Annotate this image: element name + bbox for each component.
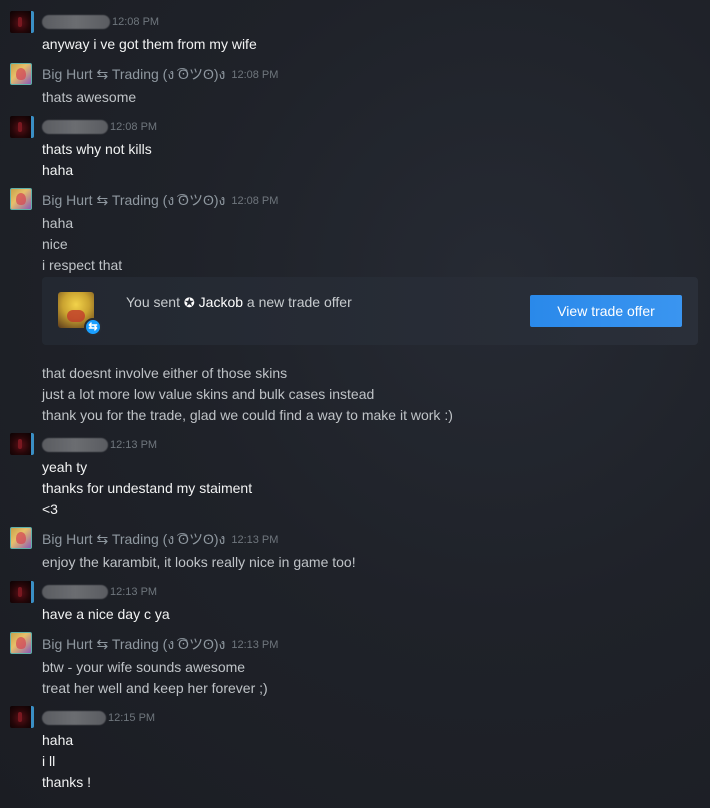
trade-text-prefix: You sent bbox=[126, 294, 184, 310]
timestamp: 12:13 PM bbox=[231, 639, 279, 651]
view-trade-offer-button[interactable]: View trade offer bbox=[530, 295, 682, 327]
timestamp: 12:13 PM bbox=[110, 586, 158, 598]
message-text: btw - your wife sounds awesome bbox=[42, 659, 246, 675]
friend-avatar[interactable] bbox=[10, 116, 34, 138]
friend-star-icon: ✪ bbox=[183, 295, 195, 310]
timestamp: 12:08 PM bbox=[110, 121, 158, 133]
message-text: yeah ty bbox=[42, 459, 88, 475]
sender-name[interactable]: Big Hurt ⇆ Trading (ง ͡ʘツʘ)ง bbox=[42, 529, 225, 551]
friend-avatar[interactable] bbox=[10, 11, 34, 33]
my-avatar[interactable] bbox=[10, 63, 32, 85]
message-header: Big Hurt ⇆ Trading (ง ͡ʘツʘ)ง 12:08 PM bbox=[42, 66, 278, 84]
message-text: just a lot more low value skins and bulk… bbox=[42, 386, 375, 402]
message-text: treat her well and keep her forever ;) bbox=[42, 680, 268, 696]
trade-offer-card: ⇆ You sent ✪ Jackob a new trade offer Vi… bbox=[42, 277, 698, 345]
trade-offer-text: You sent ✪ Jackob a new trade offer bbox=[126, 294, 352, 311]
message-header: 12:13 PM bbox=[42, 583, 157, 601]
message-header: 12:13 PM bbox=[42, 436, 157, 454]
message-header: Big Hurt ⇆ Trading (ง ͡ʘツʘ)ง 12:13 PM bbox=[42, 531, 278, 549]
timestamp: 12:15 PM bbox=[108, 712, 156, 724]
redacted-username bbox=[42, 711, 106, 725]
timestamp: 12:13 PM bbox=[110, 439, 158, 451]
message-text: have a nice day c ya bbox=[42, 606, 170, 622]
message-text: <3 bbox=[42, 501, 58, 517]
friend-avatar[interactable] bbox=[10, 706, 34, 728]
message-text: thank you for the trade, glad we could f… bbox=[42, 407, 453, 423]
message-text: thanks ! bbox=[42, 774, 92, 790]
message-text: i respect that bbox=[42, 257, 123, 273]
my-avatar[interactable] bbox=[10, 632, 32, 654]
message-header: Big Hurt ⇆ Trading (ง ͡ʘツʘ)ง 12:13 PM bbox=[42, 636, 278, 654]
message-text: thats awesome bbox=[42, 89, 137, 105]
my-avatar[interactable] bbox=[10, 527, 32, 549]
message-text: that doesnt involve either of those skin… bbox=[42, 365, 288, 381]
message-header: 12:08 PM bbox=[42, 13, 159, 31]
sender-name[interactable]: Big Hurt ⇆ Trading (ง ͡ʘツʘ)ง bbox=[42, 634, 225, 656]
message-text: enjoy the karambit, it looks really nice… bbox=[42, 554, 356, 570]
message-text: i ll bbox=[42, 753, 56, 769]
timestamp: 12:08 PM bbox=[112, 16, 160, 28]
message-text: nice bbox=[42, 236, 68, 252]
timestamp: 12:13 PM bbox=[231, 534, 279, 546]
friend-avatar[interactable] bbox=[10, 433, 34, 455]
trade-recipient-name[interactable]: Jackob bbox=[195, 294, 243, 310]
message-text: haha bbox=[42, 215, 74, 231]
message-text: haha bbox=[42, 162, 74, 178]
message-text: haha bbox=[42, 732, 74, 748]
message-header: Big Hurt ⇆ Trading (ง ͡ʘツʘ)ง 12:08 PM bbox=[42, 192, 278, 210]
message-text: thats why not kills bbox=[42, 141, 152, 157]
friend-avatar[interactable] bbox=[10, 581, 34, 603]
message-text: thanks for undestand my staiment bbox=[42, 480, 253, 496]
timestamp: 12:08 PM bbox=[231, 69, 279, 81]
redacted-username bbox=[42, 15, 110, 29]
trade-text-suffix: a new trade offer bbox=[243, 294, 352, 310]
redacted-username bbox=[42, 120, 108, 134]
message-text: anyway i ve got them from my wife bbox=[42, 36, 257, 52]
timestamp: 12:08 PM bbox=[231, 195, 279, 207]
redacted-username bbox=[42, 585, 108, 599]
redacted-username bbox=[42, 438, 108, 452]
sender-name[interactable]: Big Hurt ⇆ Trading (ง ͡ʘツʘ)ง bbox=[42, 190, 225, 212]
trade-exchange-icon: ⇆ bbox=[84, 318, 102, 336]
message-header: 12:15 PM bbox=[42, 709, 155, 727]
sender-name[interactable]: Big Hurt ⇆ Trading (ง ͡ʘツʘ)ง bbox=[42, 64, 225, 86]
my-avatar[interactable] bbox=[10, 188, 32, 210]
message-header: 12:08 PM bbox=[42, 118, 157, 136]
